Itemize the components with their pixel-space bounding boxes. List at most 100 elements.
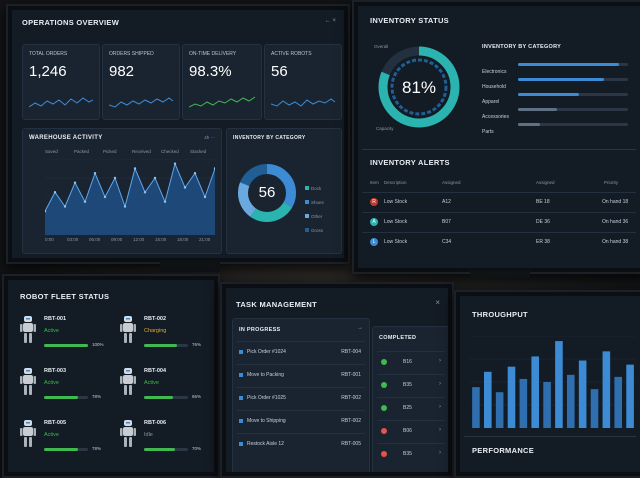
battery-bar [144,344,188,347]
kpi-total-orders[interactable]: Total Orders 1,246 [22,44,100,120]
category-bar [518,78,628,81]
completed-row[interactable]: B06 › [377,420,445,443]
robot-card[interactable]: RBT-005 Active 78% [16,416,112,464]
col-header: Assigned [536,180,555,185]
category-row[interactable]: Electronics [482,60,632,75]
battery-percent: 70% [192,446,202,451]
task-row[interactable]: Pick Order #1025 RBT-002 [237,387,365,410]
battery-percent: 100% [92,342,104,347]
warehouse-activity-title: Warehouse Activity [29,135,103,141]
alert-location: B07 [442,219,451,225]
activity-x-axis: 0:00 03:00 06:00 09:00 12:00 15:00 18:00 21:00 [45,237,215,245]
activity-area-chart [45,159,215,235]
col-header: Priority [604,180,619,185]
task-name: Pick Order #1025 [247,395,286,401]
kpi-label: Orders Shipped [109,51,154,57]
completed-row[interactable]: B35 › [377,443,445,466]
alert-row[interactable]: R Low Stock A12 BE 18 On hand 18 [362,192,636,212]
activity-controls[interactable]: 4h ⋯ [204,135,215,141]
battery-bar-fill [44,396,79,399]
kpi-on-time-delivery[interactable]: On-Time Delivery 98.3% [182,44,262,120]
panel-arrow-icon[interactable]: → [357,325,363,331]
alert-location: A12 [442,199,451,205]
legend-item: Gross [305,219,339,233]
kpi-orders-shipped[interactable]: Orders Shipped 982 [102,44,180,120]
activity-point [143,191,147,194]
category-row[interactable]: Parts [482,120,632,135]
task-row[interactable]: Restock Aisle 12 RBT-005 [237,433,365,456]
legend-label: Picked [103,149,117,154]
battery-bar-fill [144,344,178,347]
x-tick-label: 15:00 [155,237,167,242]
x-tick-label: 12:00 [133,237,145,242]
alert-row[interactable]: A Low Stock B07 DE 36 On hand 36 [362,212,636,232]
completed-row[interactable]: B25 › [377,397,445,420]
category-bar-fill [518,123,540,126]
completed-row[interactable]: B16 › [377,351,445,374]
robot-card[interactable]: RBT-002 Charging 76% [116,312,212,360]
completed-row[interactable]: B35 › [377,374,445,397]
activity-point [103,195,107,199]
completed-code: B16 [403,359,412,365]
activity-point [53,191,57,194]
x-tick-label: 0:00 [45,237,54,242]
robot-id: RBT-003 [44,368,67,374]
battery-percent: 78% [92,446,102,451]
activity-point [173,162,177,165]
task-management-title: Task Management [236,300,318,309]
kpi-label: On-Time Delivery [189,51,237,57]
battery-bar [44,448,88,451]
robot-icon [120,420,136,447]
category-row[interactable]: Accessories [482,105,632,120]
throughput-bar [472,387,480,428]
chevron-right-icon: › [439,427,441,433]
activity-point [153,176,157,180]
completed-code: B25 [403,405,412,411]
throughput-bar [507,366,516,428]
kpi-active-robots[interactable]: Active Robots 56 [264,44,342,120]
robot-card[interactable]: RBT-001 Active 100% [16,312,112,360]
category-row[interactable]: Apparel [482,90,632,105]
alert-code: BE 18 [536,199,550,205]
in-progress-panel: In Progress → Pick Order #1024 RBT-004 Mov… [232,318,370,472]
kpi-value: 56 [271,63,288,80]
task-screen: Task Management × In Progress → Pick Ord… [226,288,448,472]
activity-point [133,167,137,170]
activity-point [73,181,77,184]
chevron-right-icon: › [439,404,441,410]
alert-status: Low Stock [384,219,408,225]
col-header: Assigned [442,180,461,185]
robot-icon [20,420,36,447]
robot-status: Idle [144,432,153,438]
legend-label: Checked [161,149,179,154]
inventory-screen: Inventory Status Overall 81% Capacity In… [358,6,640,268]
activity-point [83,200,87,203]
window-controls[interactable]: ← × [325,18,336,24]
task-row[interactable]: Move to Packing RBT-001 [237,364,365,387]
category-row[interactable]: Household [482,75,632,90]
alert-row[interactable]: L Low Stock C34 ER 38 On hand 38 [362,232,636,252]
robot-id: RBT-005 [44,420,67,426]
throughput-bar [626,364,634,428]
robot-status: Active [44,328,59,334]
robot-card[interactable]: RBT-003 Active 78% [16,364,112,412]
task-icon [239,442,243,446]
task-robot: RBT-002 [341,418,361,424]
task-row[interactable]: Move to Shipping RBT-002 [237,410,365,433]
robot-card[interactable]: RBT-006 Idle 70% [116,416,212,464]
task-row[interactable]: Pick Order #1024 RBT-004 [237,341,365,364]
battery-bar-fill [44,344,88,347]
warehouse-activity-panel: Warehouse Activity 4h ⋯ Saved Packed Picke… [22,128,222,254]
activity-point [63,205,67,208]
throughput-bar [566,374,575,428]
alert-code: ER 38 [536,239,550,245]
category-bar [518,93,628,96]
robot-card[interactable]: RBT-004 Active 65% [116,364,212,412]
battery-percent: 78% [92,394,102,399]
activity-point [123,205,127,208]
completed-status-icon [381,405,387,411]
battery-percent: 65% [192,394,202,399]
inventory-status-title: Inventory Status [370,16,449,25]
close-icon[interactable]: × [435,298,440,307]
task-robot: RBT-005 [341,441,361,447]
